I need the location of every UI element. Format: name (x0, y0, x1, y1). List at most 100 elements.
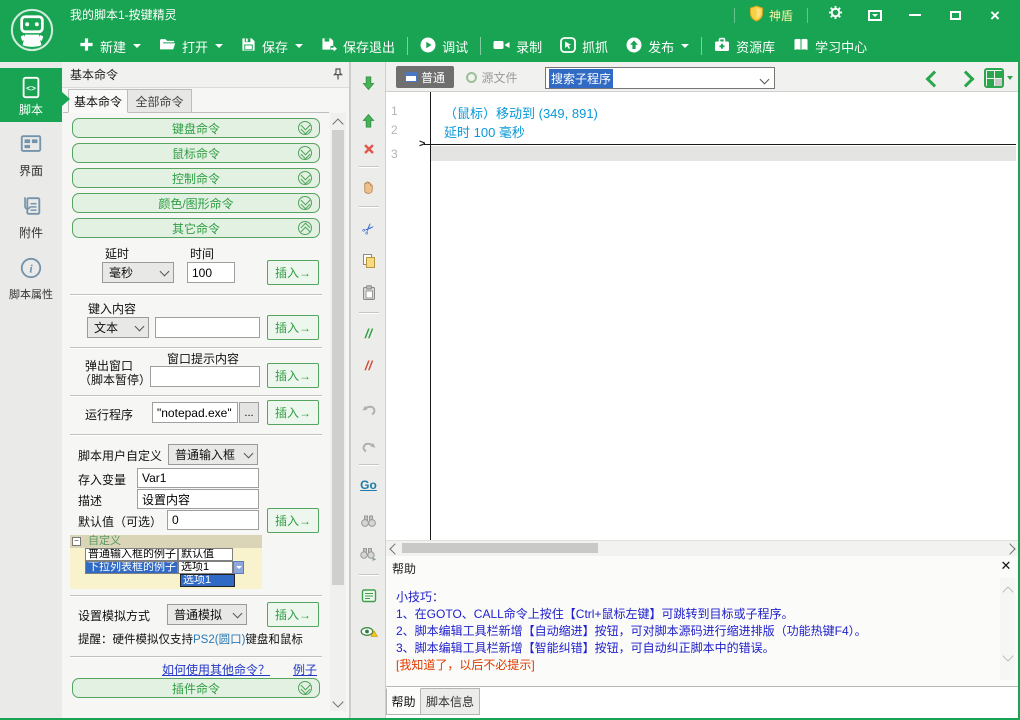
sim-mode-select[interactable]: 普通模拟 (167, 604, 247, 625)
type-in-value-input[interactable] (155, 317, 260, 338)
insert-sim-button[interactable]: 插入→ (267, 602, 319, 627)
store-variable-input[interactable] (137, 468, 259, 488)
form-designer-button[interactable] (352, 584, 385, 606)
insert-custom-button[interactable]: 插入→ (267, 508, 319, 533)
resources-button[interactable]: 资源库 (705, 30, 784, 62)
move-line-up-button[interactable] (352, 110, 385, 132)
app-window: 我的脚本1-按键精灵 神盾 × 新建 打开 保存 保存退出 调试 录制 抓抓 发… (0, 0, 1020, 720)
save-button[interactable]: 保存 (232, 30, 312, 62)
example-link[interactable]: 例子 (293, 661, 317, 678)
panel-scrollbar-thumb[interactable] (332, 130, 344, 585)
help-close-icon[interactable]: ✕ (998, 558, 1014, 574)
insert-popup-button[interactable]: 插入→ (267, 363, 319, 388)
copy-button[interactable] (352, 250, 385, 272)
custom-mode-select[interactable]: 普通输入框 (168, 444, 258, 465)
preview-row2-name[interactable]: 下拉列表框的例子 (85, 561, 178, 574)
app-logo (2, 2, 62, 62)
titlebar-divider (733, 7, 735, 23)
shield-status[interactable]: 神盾 (749, 5, 793, 25)
maximize-button[interactable] (942, 4, 968, 26)
accordion-control-commands[interactable]: 控制命令 (72, 168, 320, 188)
editor-hscrollbar-thumb[interactable] (402, 543, 598, 553)
pin-icon[interactable] (332, 68, 344, 86)
delete-line-button[interactable] (352, 138, 385, 160)
insert-run-button[interactable]: 插入→ (267, 400, 319, 425)
section-divider (70, 656, 322, 657)
default-value-input[interactable] (167, 510, 259, 530)
accordion-keyboard-commands[interactable]: 键盘命令 (72, 118, 320, 138)
code-line-1[interactable]: （鼠标）移动到 (349, 891) (444, 103, 598, 122)
tab-help[interactable]: 帮助 (386, 688, 421, 715)
browse-button[interactable]: ... (239, 402, 259, 423)
preview-row2-value[interactable]: 选项1 (178, 561, 233, 574)
toolbar-divider (359, 574, 379, 575)
save-exit-button[interactable]: 保存退出 (312, 30, 404, 62)
description-input[interactable] (137, 489, 259, 509)
redo-button[interactable] (352, 435, 385, 457)
help-dismiss-link[interactable]: [我知道了，以后不必提示] (396, 656, 535, 673)
preview-dropdown-button[interactable] (233, 561, 244, 574)
popup-hint-input[interactable] (150, 366, 260, 387)
comment-button[interactable]: // (352, 322, 385, 344)
undo-button[interactable] (352, 398, 385, 420)
tab-script-info[interactable]: 脚本信息 (421, 688, 480, 715)
goto-button[interactable]: Go (352, 474, 385, 496)
delay-unit-select[interactable]: 毫秒 (102, 262, 174, 283)
double-chevron-down-icon (298, 195, 312, 210)
uncomment-button[interactable]: // (352, 354, 385, 376)
main-toolbar: 新建 打开 保存 保存退出 调试 录制 抓抓 发布 资源库 学习中心 (0, 30, 1020, 62)
record-button[interactable]: 录制 (484, 30, 551, 62)
folder-icon (159, 37, 176, 55)
debug-button[interactable]: 调试 (411, 30, 477, 62)
capture-button[interactable]: 抓抓 (551, 30, 617, 62)
tab-basic-commands[interactable]: 基本命令 (68, 89, 128, 113)
default-value-label: 默认值（可选） (78, 515, 163, 529)
collapse-box-icon[interactable]: − (72, 537, 81, 546)
delay-time-input[interactable] (187, 262, 235, 283)
sidebar-item-attachment[interactable]: 附件 (0, 194, 62, 246)
layout-grid-icon[interactable] (984, 68, 1004, 88)
type-in-mode-select[interactable]: 文本 (87, 317, 149, 338)
paste-button[interactable] (352, 282, 385, 304)
preview-dropdown-item[interactable]: 选项1 (180, 574, 235, 587)
accordion-plugin-commands[interactable]: 插件命令 (72, 678, 320, 698)
search-selected-text: 搜索子程序 (549, 68, 614, 88)
subroutine-search-select[interactable]: 搜索子程序 (545, 67, 775, 89)
learning-center-button[interactable]: 学习中心 (784, 30, 876, 62)
insert-type-in-button[interactable]: 插入→ (267, 315, 319, 340)
code-line-2[interactable]: 延时 100 毫秒 (444, 122, 525, 141)
accordion-color-graphic-commands[interactable]: 颜色/图形命令 (72, 193, 320, 213)
sidebar-item-properties[interactable]: i 脚本属性 (0, 256, 62, 312)
run-program-input[interactable] (152, 402, 238, 423)
view-source-button[interactable]: 源文件 (460, 66, 524, 88)
syntax-check-eye-icon[interactable] (352, 620, 385, 642)
accordion-mouse-commands[interactable]: 鼠标命令 (72, 143, 320, 163)
find-next-button[interactable] (352, 543, 385, 565)
chevron-down-icon (232, 608, 243, 618)
move-line-down-button[interactable] (352, 72, 385, 94)
close-button[interactable]: × (982, 4, 1008, 26)
preview-row1-value: 默认值 (178, 548, 233, 561)
robot-icon (9, 7, 55, 58)
settings-button[interactable] (822, 4, 848, 26)
minimize-button[interactable] (902, 4, 928, 26)
find-button[interactable] (352, 510, 385, 532)
sidebar-item-ui[interactable]: 界面 (0, 132, 62, 184)
tab-all-commands[interactable]: 全部命令 (128, 89, 192, 113)
insert-delay-button[interactable]: 插入→ (267, 260, 319, 285)
toolbar-divider (359, 464, 379, 465)
title-bar-controls: 神盾 × (733, 0, 1020, 30)
view-normal-button[interactable]: 普通 (396, 66, 454, 88)
publish-button[interactable]: 发布 (617, 30, 698, 62)
accordion-other-commands[interactable]: 其它命令 (72, 218, 320, 238)
open-button[interactable]: 打开 (150, 30, 232, 62)
sidebar-item-script[interactable]: <> 脚本 (0, 68, 62, 122)
run-program-label: 运行程序 (85, 408, 134, 422)
new-button[interactable]: 新建 (70, 30, 150, 62)
help-tip-1: 1、在GOTO、CALL命令上按住【Ctrl+鼠标左键】可跳转到目标或子程序。 (396, 607, 794, 621)
close-icon: × (990, 5, 1000, 25)
how-to-link[interactable]: 如何使用其他命令？ (162, 661, 270, 678)
pause-hand-button[interactable] (352, 176, 385, 198)
double-chevron-down-icon (298, 145, 312, 160)
collapse-menu-button[interactable] (862, 4, 888, 26)
